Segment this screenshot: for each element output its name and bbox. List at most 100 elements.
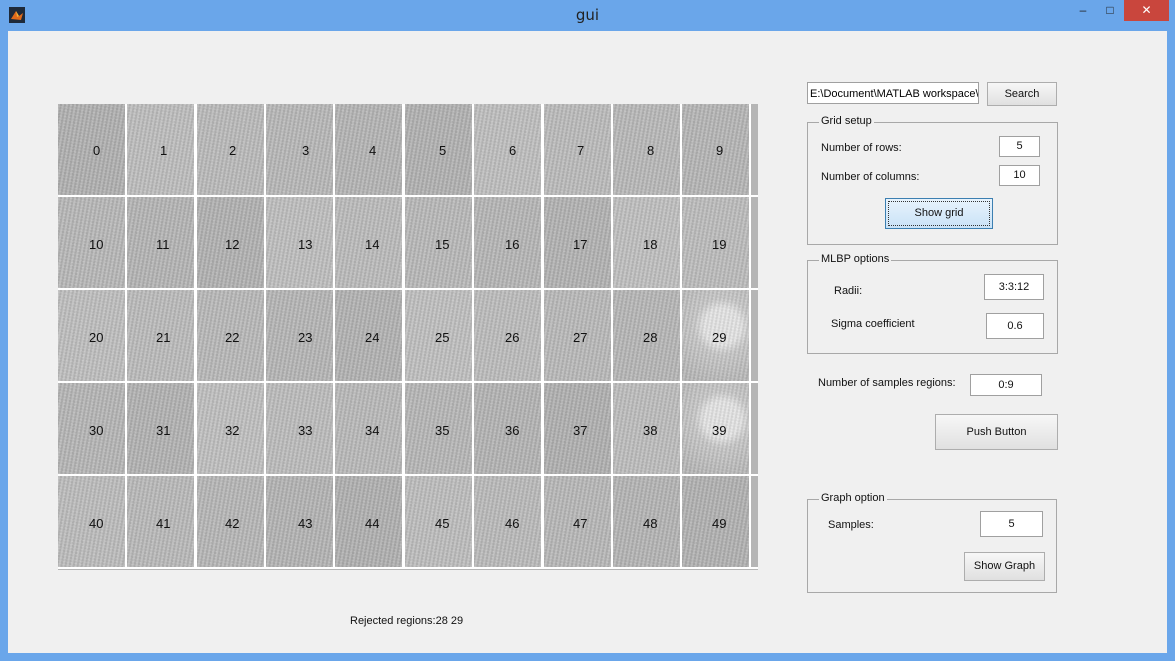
- cell-number: 45: [435, 516, 450, 531]
- cell-number: 37: [573, 423, 588, 438]
- grid-cell: 43: [266, 476, 333, 567]
- grid-cell: 48: [613, 476, 680, 567]
- cell-number: 38: [643, 423, 658, 438]
- radii-input[interactable]: 3:3:12: [984, 274, 1044, 300]
- cell-number: 34: [365, 423, 380, 438]
- samples-label: Samples:: [828, 519, 874, 531]
- cell-number: 0: [93, 143, 101, 158]
- maximize-button[interactable]: □: [1098, 0, 1122, 21]
- grid-cell: 2: [197, 104, 264, 195]
- grid-edge-strip: [751, 197, 758, 288]
- cell-number: 17: [573, 237, 588, 252]
- grid-edge-strip: [751, 476, 758, 567]
- rows-input[interactable]: 5: [999, 136, 1040, 157]
- grid-cell: 14: [335, 197, 402, 288]
- grid-cell: 37: [544, 383, 611, 474]
- grid-cell: 12: [197, 197, 264, 288]
- grid-setup-title: Grid setup: [819, 115, 874, 127]
- cell-number: 39: [712, 423, 727, 438]
- cell-number: 4: [369, 143, 377, 158]
- grid-cell: 5: [405, 104, 472, 195]
- grid-cell: 34: [335, 383, 402, 474]
- cell-number: 6: [509, 143, 517, 158]
- grid-cell: 15: [405, 197, 472, 288]
- cell-number: 23: [298, 330, 313, 345]
- window: gui – □ ✕ 0 1 2 3 4 5 6 7 8 9 10 11 12 13 14 15 16 17 18 19…: [0, 0, 1175, 661]
- samples-regions-label: Number of samples regions:: [818, 377, 956, 389]
- grid-cell: 30: [58, 383, 125, 474]
- grid-cell: 21: [127, 290, 194, 381]
- grid-cell: 22: [197, 290, 264, 381]
- cell-number: 2: [229, 143, 237, 158]
- cell-number: 19: [712, 237, 727, 252]
- mlbp-options-title: MLBP options: [819, 253, 892, 265]
- cell-number: 21: [156, 330, 171, 345]
- cell-number: 35: [435, 423, 450, 438]
- path-input[interactable]: E:\Document\MATLAB workspace\: [807, 82, 979, 104]
- grid-cell: 35: [405, 383, 472, 474]
- cell-number: 43: [298, 516, 313, 531]
- grid-cell: 18: [613, 197, 680, 288]
- grid-cell: 28: [613, 290, 680, 381]
- grid-cell: 26: [474, 290, 541, 381]
- grid-cell: 8: [613, 104, 680, 195]
- show-grid-button[interactable]: Show grid: [885, 198, 993, 229]
- cell-number: 26: [505, 330, 520, 345]
- search-button[interactable]: Search: [987, 82, 1057, 106]
- grid-cell: 25: [405, 290, 472, 381]
- cell-number: 33: [298, 423, 313, 438]
- cell-number: 13: [298, 237, 313, 252]
- cell-number: 20: [89, 330, 104, 345]
- radii-label: Radii:: [834, 285, 863, 297]
- grid-cell: 33: [266, 383, 333, 474]
- cell-number: 15: [435, 237, 450, 252]
- cell-number: 24: [365, 330, 380, 345]
- client-area: 0 1 2 3 4 5 6 7 8 9 10 11 12 13 14 15 16 17 18 19 20 21 22 23 24…: [8, 31, 1167, 653]
- grid-cell: 9: [682, 104, 749, 195]
- samples-input[interactable]: 5: [980, 511, 1043, 537]
- grid-cell: 1: [127, 104, 194, 195]
- cell-number: 1: [160, 143, 168, 158]
- graph-option-title: Graph option: [819, 492, 887, 504]
- minimize-button[interactable]: –: [1071, 0, 1095, 21]
- grid-cell: 44: [335, 476, 402, 567]
- grid-cell: 24: [335, 290, 402, 381]
- cell-number: 25: [435, 330, 450, 345]
- cell-number: 9: [716, 143, 724, 158]
- grid-cell: 20: [58, 290, 125, 381]
- title-bar[interactable]: gui – □ ✕: [0, 0, 1175, 30]
- grid-cell: 49: [682, 476, 749, 567]
- grid-cell: 46: [474, 476, 541, 567]
- samples-regions-input[interactable]: 0:9: [970, 374, 1042, 396]
- cell-number: 16: [505, 237, 520, 252]
- grid-cell: 42: [197, 476, 264, 567]
- grid-cell: 36: [474, 383, 541, 474]
- cell-number: 18: [643, 237, 658, 252]
- grid-cell: 41: [127, 476, 194, 567]
- grid-cell: 3: [266, 104, 333, 195]
- show-graph-button[interactable]: Show Graph: [964, 552, 1045, 581]
- sigma-input[interactable]: 0.6: [986, 313, 1044, 339]
- cell-number: 8: [647, 143, 655, 158]
- window-title: gui: [575, 6, 600, 24]
- close-button[interactable]: ✕: [1124, 0, 1169, 21]
- grid-cell: 39: [682, 383, 749, 474]
- columns-input[interactable]: 10: [999, 165, 1040, 186]
- cell-number: 29: [712, 330, 727, 345]
- cell-texture: [474, 104, 541, 195]
- cell-number: 31: [156, 423, 171, 438]
- grid-cell: 10: [58, 197, 125, 288]
- cell-number: 48: [643, 516, 658, 531]
- cell-number: 7: [577, 143, 585, 158]
- grid-cell: 11: [127, 197, 194, 288]
- grid-cell: 45: [405, 476, 472, 567]
- sigma-label: Sigma coefficient: [831, 318, 915, 330]
- cell-number: 47: [573, 516, 588, 531]
- cell-number: 27: [573, 330, 588, 345]
- cell-number: 44: [365, 516, 380, 531]
- push-button[interactable]: Push Button: [935, 414, 1058, 450]
- grid-cell: 27: [544, 290, 611, 381]
- grid-cell: 19: [682, 197, 749, 288]
- cell-number: 28: [643, 330, 658, 345]
- grid-cell: 4: [335, 104, 402, 195]
